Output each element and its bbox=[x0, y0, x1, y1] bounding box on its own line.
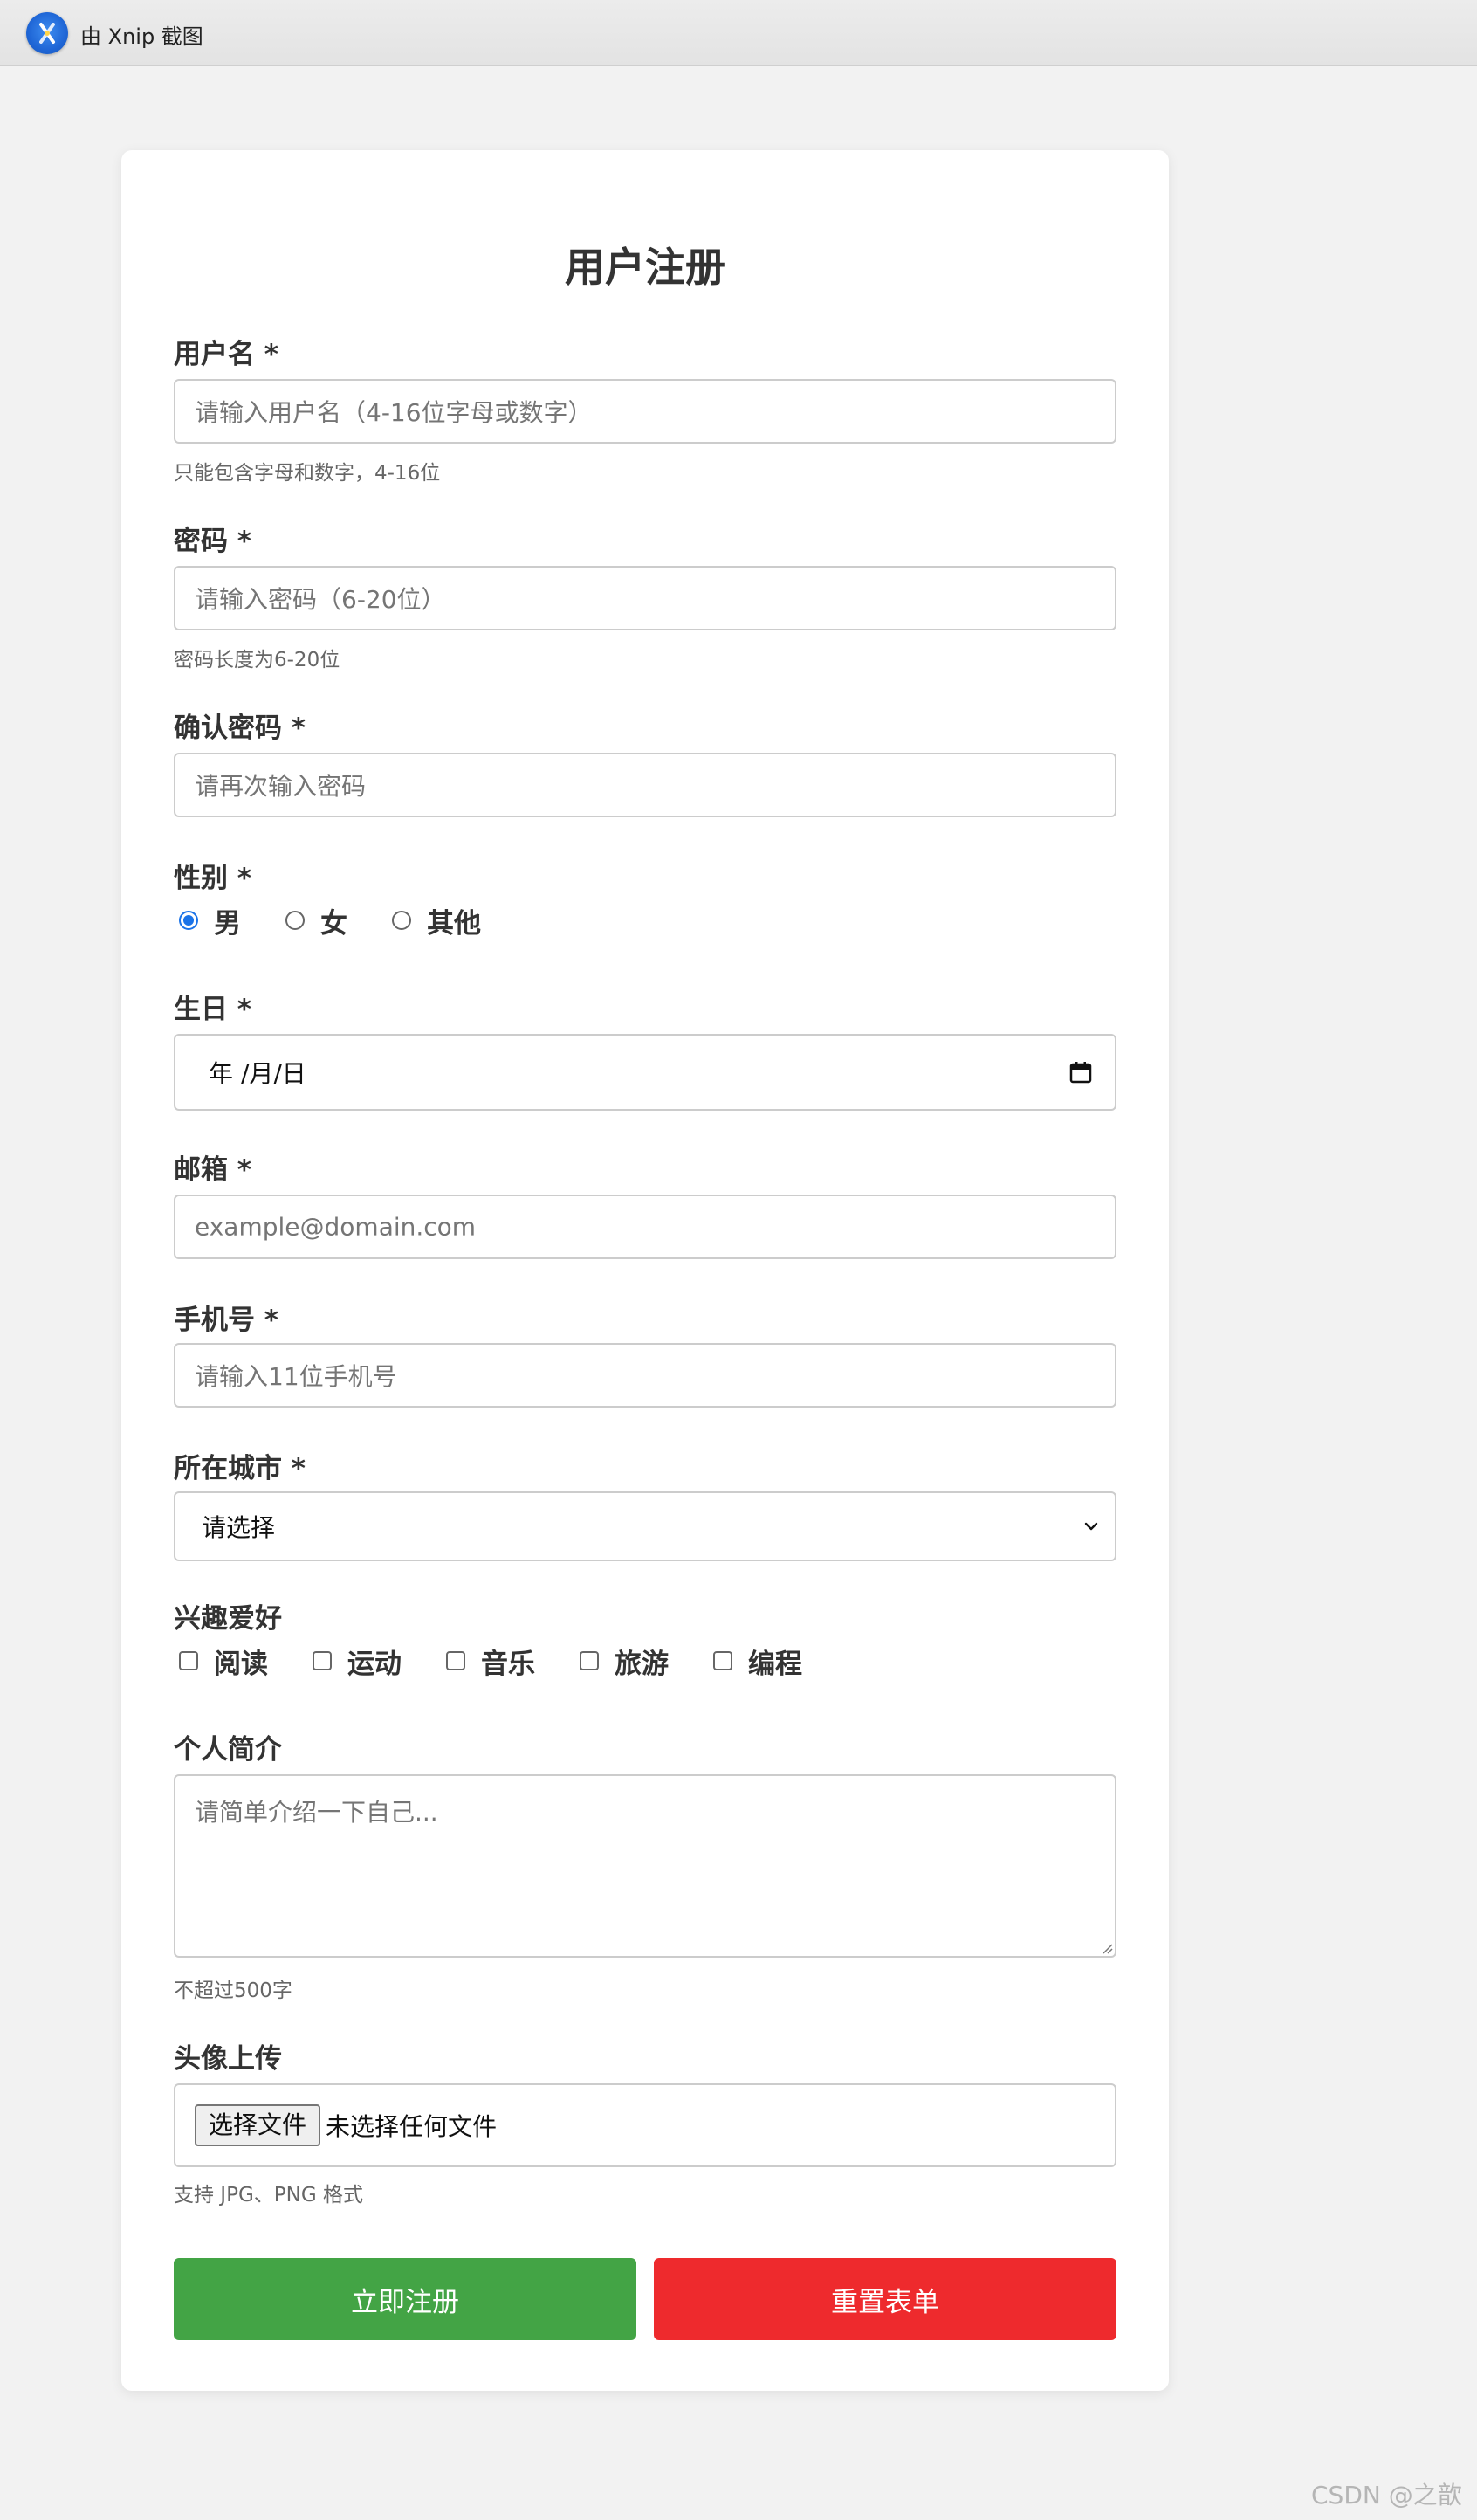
hobby-option-travel[interactable]: 旅游 bbox=[580, 1643, 669, 1680]
avatar-file-input[interactable]: 选择文件 未选择任何文件 bbox=[174, 2083, 1116, 2167]
username-input[interactable]: 请输入用户名（4-16位字母或数字） bbox=[174, 379, 1116, 444]
hobby-option-reading[interactable]: 阅读 bbox=[179, 1643, 268, 1680]
radio-female[interactable] bbox=[285, 911, 305, 930]
email-placeholder: example@domain.com bbox=[195, 1212, 477, 1242]
hobby-option-sports[interactable]: 运动 bbox=[313, 1643, 402, 1680]
password-label: 密码 * bbox=[174, 526, 252, 557]
gender-label: 性别 * bbox=[174, 863, 252, 894]
gender-option-female[interactable]: 女 bbox=[285, 903, 347, 940]
chevron-down-icon bbox=[1084, 1522, 1098, 1531]
file-status-text: 未选择任何文件 bbox=[326, 2112, 498, 2141]
birthday-date-input[interactable]: 年 /月/日 bbox=[174, 1034, 1116, 1111]
phone-placeholder: 请输入11位手机号 bbox=[195, 1362, 397, 1391]
gender-radio-group: 男 女 其他 bbox=[179, 903, 528, 940]
gender-female-label: 女 bbox=[320, 907, 347, 940]
page-title: 用户注册 bbox=[565, 244, 725, 291]
password-placeholder: 请输入密码（6-20位） bbox=[195, 585, 446, 614]
checkbox-sports[interactable] bbox=[313, 1651, 332, 1670]
csdn-watermark: CSDN @之歆 bbox=[1311, 2481, 1462, 2510]
submit-button[interactable]: 立即注册 bbox=[174, 2258, 636, 2340]
checkbox-reading[interactable] bbox=[179, 1651, 198, 1670]
checkbox-travel[interactable] bbox=[580, 1651, 599, 1670]
hobbies-checkbox-group: 阅读 运动 音乐 旅游 编程 bbox=[179, 1643, 877, 1680]
calendar-icon[interactable] bbox=[1069, 1061, 1092, 1084]
checkbox-coding[interactable] bbox=[713, 1651, 732, 1670]
gender-male-label: 男 bbox=[214, 907, 241, 940]
password-hint: 密码长度为6-20位 bbox=[174, 649, 340, 671]
gender-other-label: 其他 bbox=[427, 907, 481, 940]
gender-option-other[interactable]: 其他 bbox=[392, 903, 481, 940]
bio-placeholder: 请简单介绍一下自己... bbox=[195, 1798, 438, 1827]
avatar-hint: 支持 JPG、PNG 格式 bbox=[174, 2184, 363, 2207]
hobby-music-label: 音乐 bbox=[481, 1648, 535, 1680]
choose-file-button[interactable]: 选择文件 bbox=[195, 2104, 321, 2146]
resize-grip-icon[interactable] bbox=[1099, 1940, 1113, 1954]
radio-male[interactable] bbox=[179, 911, 198, 930]
capture-title: 由 Xnip 截图 bbox=[80, 24, 203, 49]
email-input[interactable]: example@domain.com bbox=[174, 1195, 1116, 1259]
confirm-password-placeholder: 请再次输入密码 bbox=[195, 772, 367, 801]
city-selected-value: 请选择 bbox=[202, 1513, 276, 1542]
hobby-travel-label: 旅游 bbox=[615, 1648, 669, 1680]
xnip-app-icon bbox=[26, 12, 68, 54]
reset-button[interactable]: 重置表单 bbox=[654, 2258, 1116, 2340]
hobby-reading-label: 阅读 bbox=[214, 1648, 268, 1680]
hobby-sports-label: 运动 bbox=[347, 1648, 402, 1680]
city-label: 所在城市 * bbox=[174, 1453, 306, 1484]
radio-other[interactable] bbox=[392, 911, 411, 930]
xnip-title-bar: 由 Xnip 截图 bbox=[0, 0, 1477, 66]
phone-label: 手机号 * bbox=[174, 1305, 279, 1336]
email-label: 邮箱 * bbox=[174, 1154, 252, 1186]
confirm-password-input[interactable]: 请再次输入密码 bbox=[174, 753, 1116, 817]
avatar-label: 头像上传 bbox=[174, 2043, 282, 2075]
hobby-coding-label: 编程 bbox=[748, 1648, 802, 1680]
checkbox-music[interactable] bbox=[446, 1651, 465, 1670]
confirm-password-label: 确认密码 * bbox=[174, 713, 306, 744]
registration-form-card: 用户注册 用户名 * 请输入用户名（4-16位字母或数字） 只能包含字母和数字，… bbox=[121, 150, 1169, 2391]
hobby-option-music[interactable]: 音乐 bbox=[446, 1643, 535, 1680]
bio-textarea[interactable]: 请简单介绍一下自己... bbox=[174, 1774, 1116, 1958]
birthday-label: 生日 * bbox=[174, 994, 252, 1025]
birthday-date-text: 年 /月/日 bbox=[209, 1059, 306, 1088]
gender-option-male[interactable]: 男 bbox=[179, 903, 241, 940]
hobby-option-coding[interactable]: 编程 bbox=[713, 1643, 802, 1680]
username-hint: 只能包含字母和数字，4-16位 bbox=[174, 462, 441, 485]
password-input[interactable]: 请输入密码（6-20位） bbox=[174, 566, 1116, 630]
city-select[interactable]: 请选择 bbox=[174, 1491, 1116, 1561]
bio-hint: 不超过500字 bbox=[174, 1980, 292, 2002]
username-label: 用户名 * bbox=[174, 339, 279, 370]
hobbies-label: 兴趣爱好 bbox=[174, 1603, 282, 1635]
bio-label: 个人简介 bbox=[174, 1734, 282, 1766]
phone-input[interactable]: 请输入11位手机号 bbox=[174, 1343, 1116, 1408]
username-placeholder: 请输入用户名（4-16位字母或数字） bbox=[195, 398, 593, 427]
